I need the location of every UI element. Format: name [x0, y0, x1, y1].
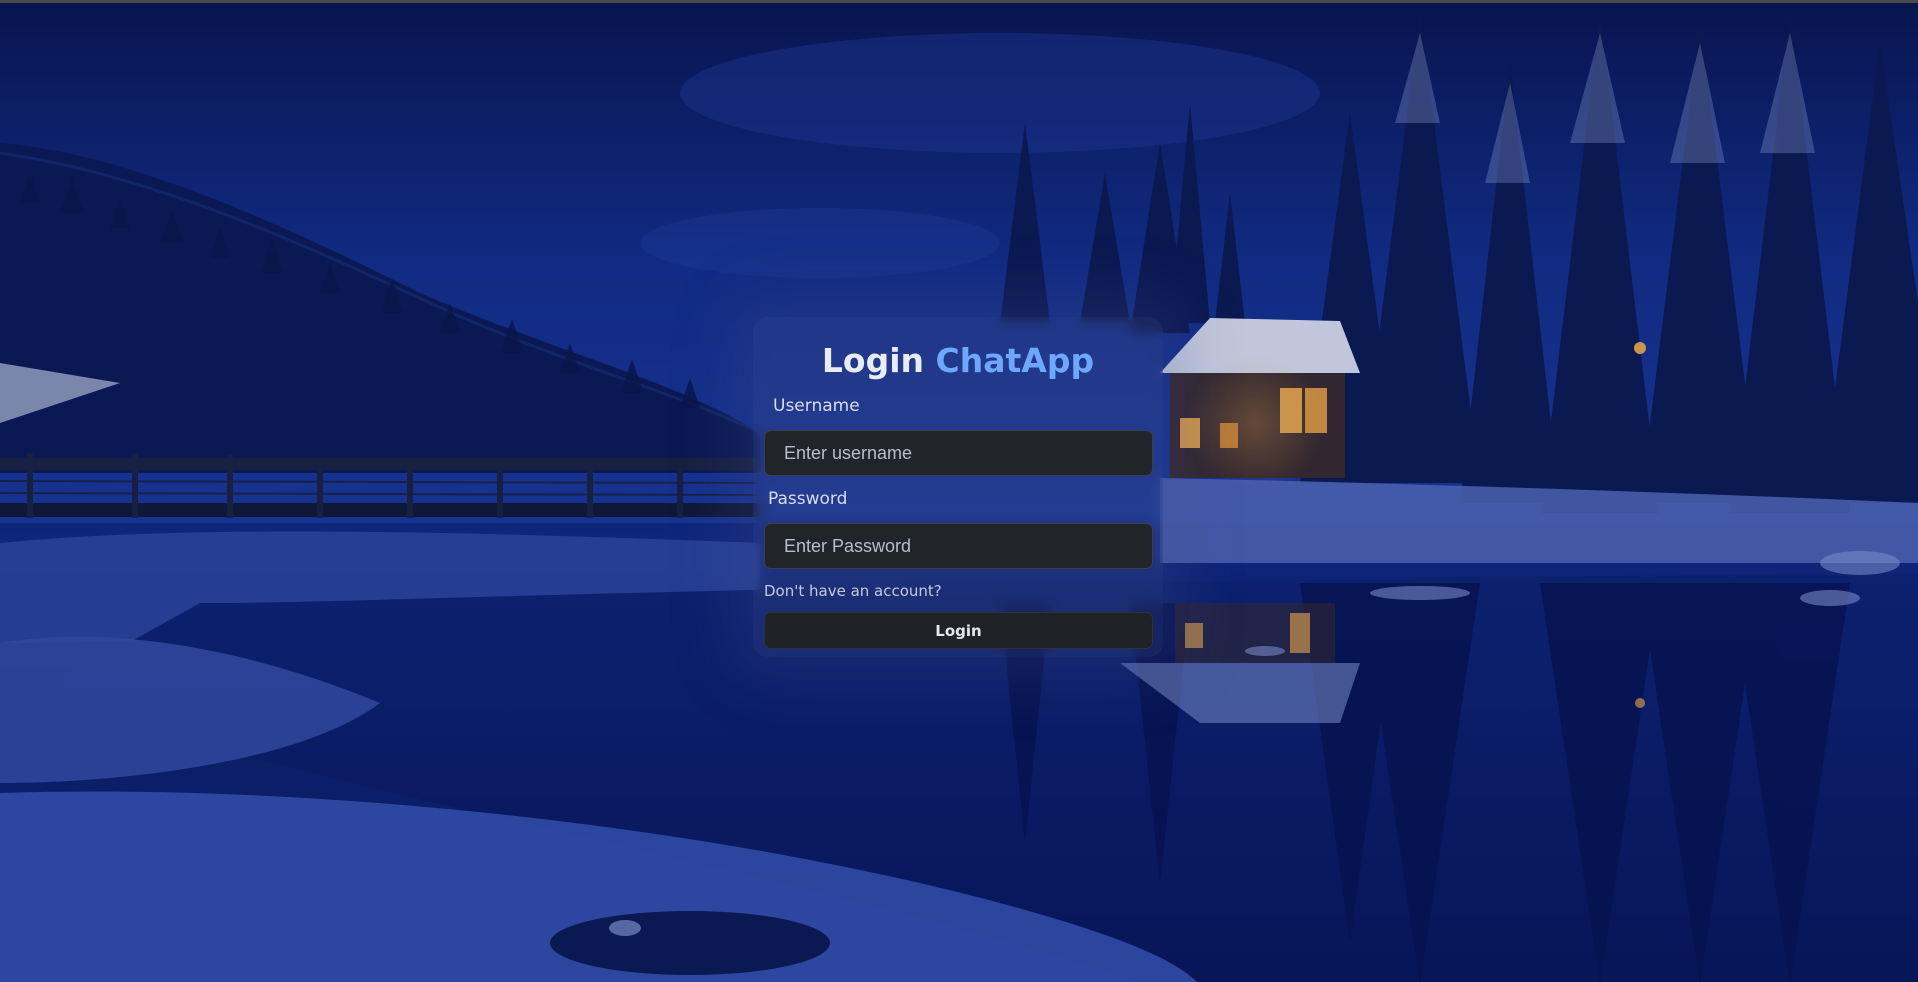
- password-input[interactable]: [764, 523, 1153, 569]
- password-label: Password: [768, 489, 848, 509]
- username-label: Username: [773, 396, 860, 416]
- title-prefix: Login: [821, 341, 925, 380]
- login-page: Login ChatApp Username Password Don't ha…: [0, 0, 1918, 982]
- signup-link[interactable]: Don't have an account?: [764, 582, 942, 600]
- page-title: Login ChatApp: [753, 341, 1163, 380]
- username-input[interactable]: [764, 430, 1153, 476]
- brand-name: ChatApp: [935, 341, 1095, 380]
- login-button[interactable]: Login: [764, 612, 1153, 649]
